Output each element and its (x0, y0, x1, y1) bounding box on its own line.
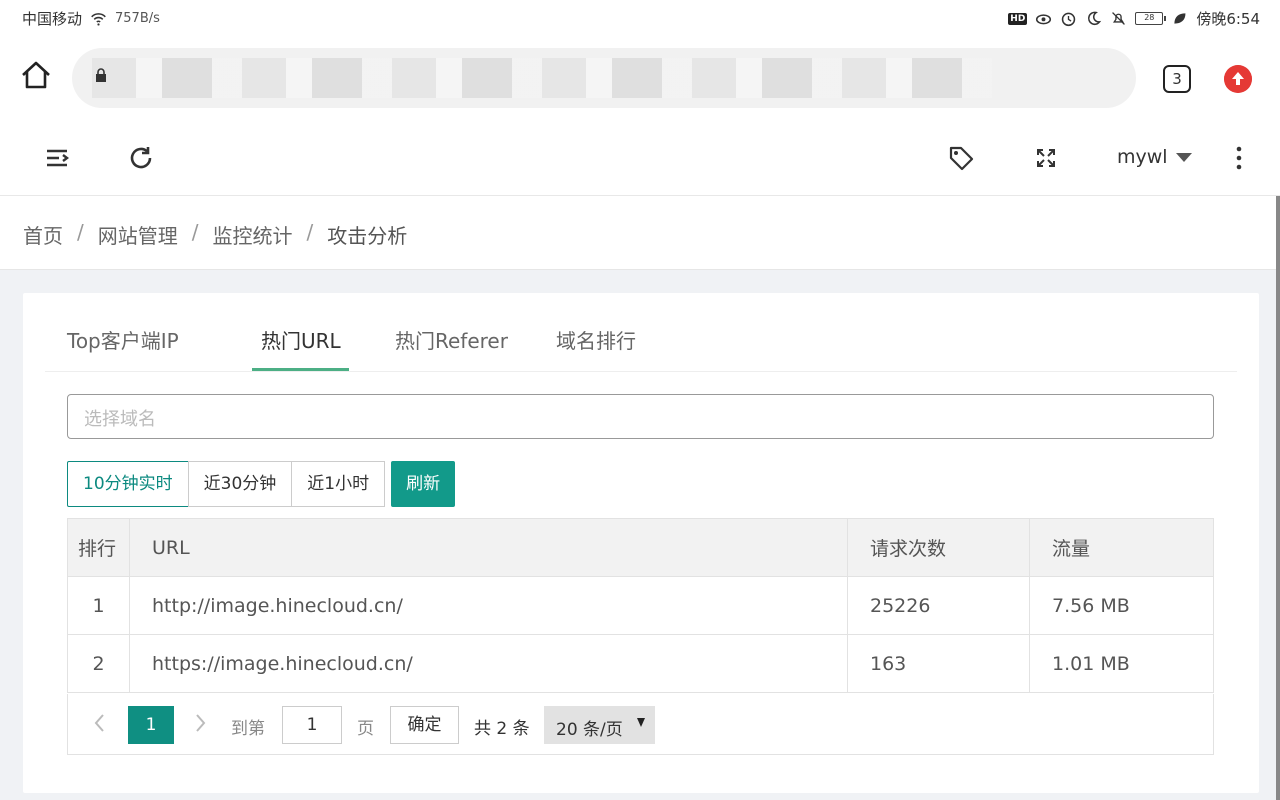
col-url: URL (129, 518, 848, 577)
goto-suffix: 页 (357, 719, 374, 739)
clock: 傍晚6:54 (1196, 10, 1260, 28)
tab-top-client-ip[interactable]: Top客户端IP (67, 325, 179, 374)
home-icon[interactable] (18, 58, 54, 94)
breadcrumb-separator: / (77, 220, 84, 244)
col-rank: 排行 (67, 518, 130, 577)
chevron-left-icon[interactable] (92, 712, 106, 734)
more-vertical-icon[interactable] (1230, 144, 1248, 172)
goto-prefix: 到第 (231, 719, 265, 739)
address-redacted (92, 58, 992, 98)
username: mywl (1117, 146, 1168, 168)
cell-requests: 25226 (847, 576, 1030, 635)
col-requests: 请求次数 (847, 518, 1030, 577)
total-count: 共 2 条 (474, 719, 530, 739)
tab-domain-ranking[interactable]: 域名排行 (556, 325, 636, 374)
refresh-icon[interactable] (125, 142, 157, 174)
tab-hot-url[interactable]: 热门URL (261, 325, 341, 374)
tab-hot-referer[interactable]: 热门Referer (395, 325, 508, 374)
breadcrumb-current: 攻击分析 (327, 224, 408, 248)
cell-url: https://image.hinecloud.cn/ (129, 634, 848, 693)
system-status-bar: 中国移动 757B/s HD 28 傍晚6:54 (0, 0, 1280, 36)
breadcrumb: 首页 / 网站管理 / 监控统计 / 攻击分析 (23, 220, 407, 249)
tab-bar: Top客户端IP 热门URL 热门Referer 域名排行 (45, 315, 1237, 372)
breadcrumb-monitoring[interactable]: 监控统计 (213, 220, 293, 249)
upload-icon[interactable] (1224, 65, 1252, 93)
caret-down-icon (637, 718, 645, 727)
cell-rank: 1 (67, 576, 130, 635)
hd-icon: HD (1008, 12, 1028, 25)
domain-select-placeholder: 选择域名 (84, 409, 156, 430)
breadcrumb-separator: / (191, 220, 199, 244)
page-1-button[interactable]: 1 (128, 706, 174, 744)
attack-analysis-card: Top客户端IP 热门URL 热门Referer 域名排行 选择域名 10分钟实… (23, 293, 1259, 793)
breadcrumb-bar: 首页 / 网站管理 / 监控统计 / 攻击分析 (0, 196, 1280, 270)
breadcrumb-separator: / (306, 220, 314, 244)
breadcrumb-site-management[interactable]: 网站管理 (98, 220, 178, 249)
app-header: mywl (0, 120, 1280, 196)
breadcrumb-home[interactable]: 首页 (23, 220, 63, 249)
cell-rank: 2 (67, 634, 130, 693)
tag-icon[interactable] (945, 142, 977, 174)
battery-icon: 28 (1135, 12, 1167, 25)
goto-page-input[interactable]: 1 (282, 706, 342, 744)
fullscreen-icon[interactable] (1030, 142, 1062, 174)
range-10min-button[interactable]: 10分钟实时 (67, 461, 189, 507)
page-size-select[interactable]: 20 条/页 (544, 706, 655, 744)
table-header-row: 排行 URL 请求次数 流量 (67, 518, 1214, 577)
mute-bell-icon (1112, 12, 1126, 25)
table-row: 1 http://image.hinecloud.cn/ 25226 7.56 … (67, 576, 1214, 635)
chevron-right-icon[interactable] (194, 712, 208, 734)
lock-icon (96, 68, 106, 82)
leaf-icon (1174, 13, 1186, 24)
goto-confirm-button[interactable]: 确定 (390, 706, 459, 744)
range-30min-button[interactable]: 近30分钟 (187, 461, 293, 507)
tab-switcher-button[interactable]: 3 (1163, 65, 1191, 93)
chevron-down-icon (1175, 152, 1192, 162)
moon-icon (1088, 11, 1102, 26)
cell-traffic: 1.01 MB (1029, 634, 1214, 693)
table-row: 2 https://image.hinecloud.cn/ 163 1.01 M… (67, 634, 1214, 693)
active-tab-indicator (252, 368, 349, 371)
browser-toolbar: 3 (0, 36, 1280, 120)
refresh-button[interactable]: 刷新 (391, 461, 456, 507)
cell-url: http://image.hinecloud.cn/ (129, 576, 848, 635)
alarm-icon (1062, 12, 1076, 27)
col-traffic: 流量 (1029, 518, 1214, 577)
carrier-name: 中国移动 (22, 10, 83, 28)
wifi-icon (91, 13, 106, 26)
cell-requests: 163 (847, 634, 1030, 693)
menu-collapse-icon[interactable] (41, 142, 73, 174)
hot-url-table: 排行 URL 请求次数 流量 1 http://image.hinecloud.… (67, 518, 1214, 693)
address-bar[interactable] (72, 48, 1136, 108)
scrollbar[interactable] (1276, 196, 1280, 800)
pagination: 1 到第 1 页 确定 共 2 条 20 条/页 (67, 694, 1214, 755)
eye-comfort-icon (1036, 14, 1052, 25)
domain-select[interactable]: 选择域名 (67, 394, 1214, 439)
range-1hour-button[interactable]: 近1小时 (291, 461, 386, 507)
network-speed: 757B/s (115, 11, 160, 26)
user-menu[interactable]: mywl (1117, 146, 1192, 168)
time-range-group: 10分钟实时 近30分钟 近1小时 刷新 (67, 461, 456, 507)
page-size-value: 20 条/页 (556, 720, 623, 740)
cell-traffic: 7.56 MB (1029, 576, 1214, 635)
